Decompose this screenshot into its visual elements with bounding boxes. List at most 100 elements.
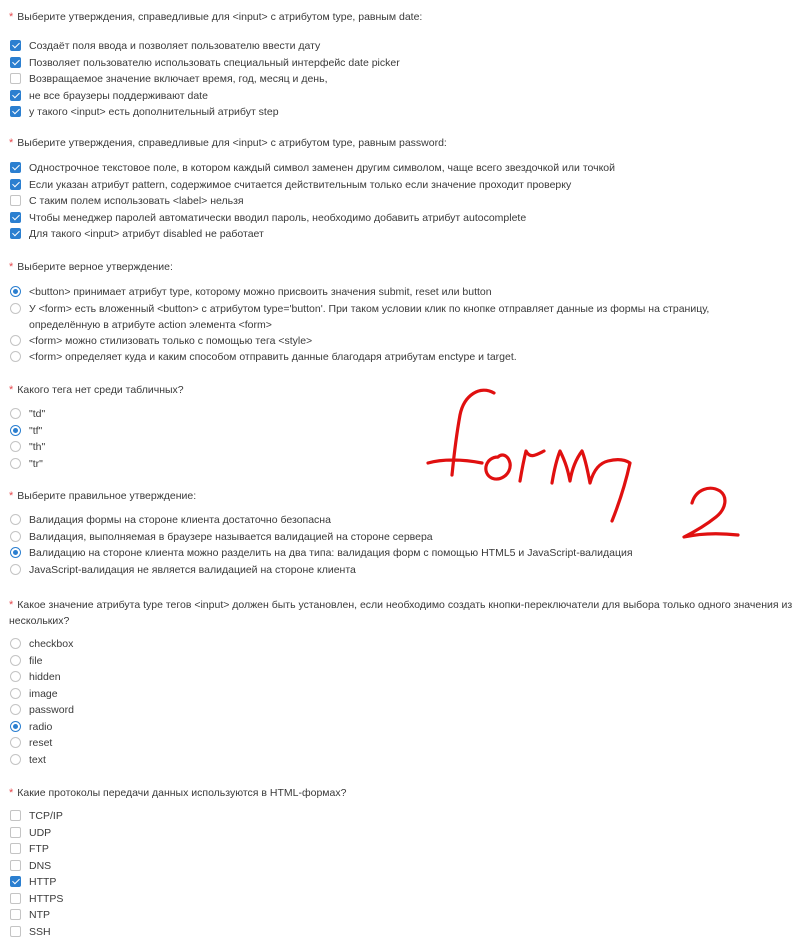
question-title: * Выберите правильное утверждение: (9, 488, 799, 504)
option-checkbox-row[interactable]: Если указан атрибут pattern, содержимое … (9, 177, 615, 194)
option-radio-row[interactable]: У <form> есть вложенный <button> с атриб… (9, 301, 749, 333)
radio-selected-icon[interactable] (10, 547, 21, 558)
radio-empty-icon[interactable] (10, 302, 21, 314)
checkbox-checked-icon[interactable] (10, 211, 21, 223)
option-radio-row[interactable]: JavaScript-валидация не является валидац… (9, 562, 633, 579)
radio-empty-icon[interactable] (10, 351, 21, 362)
option-label: image (29, 687, 58, 700)
question-6: * Какое значение атрибута type тегов <inp… (9, 597, 799, 766)
checkbox-checked-icon[interactable] (10, 178, 21, 190)
checkbox-checked-icon[interactable] (10, 40, 21, 51)
radio-empty-icon[interactable] (10, 654, 21, 666)
option-radio-row[interactable]: <button> принимает атрибут type, котором… (9, 284, 749, 301)
checkbox-empty-icon[interactable] (10, 195, 21, 206)
checkbox-empty-icon[interactable] (10, 73, 21, 84)
required-asterisk-icon: * (9, 599, 14, 611)
option-checkbox-row[interactable]: HTTPS (9, 891, 63, 908)
option-radio-row[interactable]: Валидация, выполняемая в браузере называ… (9, 529, 633, 546)
option-checkbox-row[interactable]: SSH (9, 924, 63, 941)
option-radio-row[interactable]: "td" (9, 406, 45, 423)
option-label: Позволяет пользователю использовать спец… (29, 56, 400, 69)
checkbox-checked-icon[interactable] (10, 56, 21, 68)
option-checkbox-row[interactable]: Чтобы менеджер паролей автоматически вво… (9, 210, 615, 227)
options-list: <button> принимает атрибут type, котором… (9, 284, 749, 366)
option-radio-row[interactable]: password (9, 702, 74, 719)
option-radio-row[interactable]: <form> можно стилизовать только с помощь… (9, 333, 749, 350)
checkbox-checked-icon[interactable] (10, 89, 21, 101)
option-label: Если указан атрибут pattern, содержимое … (29, 178, 572, 191)
option-checkbox-row[interactable]: Позволяет пользователю использовать спец… (9, 55, 400, 72)
radio-selected-icon[interactable] (10, 720, 21, 732)
option-checkbox-row[interactable]: DNS (9, 858, 63, 875)
question-title: * Какого тега нет среди табличных? (9, 382, 799, 398)
option-checkbox-row[interactable]: Для такого <input> атрибут disabled не р… (9, 226, 615, 243)
radio-empty-icon[interactable] (10, 457, 21, 469)
option-label: NTP (29, 909, 50, 921)
radio-empty-icon[interactable] (10, 441, 21, 452)
checkbox-empty-icon[interactable] (10, 925, 21, 937)
option-checkbox-row[interactable]: не все браузеры поддерживают date (9, 88, 400, 105)
checkbox-checked-icon[interactable] (10, 162, 21, 173)
option-radio-row[interactable]: checkbox (9, 636, 74, 653)
option-radio-row[interactable]: file (9, 653, 74, 670)
options-list: Создаёт поля ввода и позволяет пользоват… (9, 38, 400, 121)
option-checkbox-row[interactable]: Возвращаемое значение включает время, го… (9, 71, 400, 88)
option-radio-row[interactable]: Валидацию на стороне клиента можно разде… (9, 545, 633, 562)
question-title-text: Выберите правильное утверждение: (17, 490, 197, 502)
option-checkbox-row[interactable]: HTTP (9, 874, 63, 891)
checkbox-checked-icon[interactable] (10, 876, 21, 887)
radio-empty-icon[interactable] (10, 638, 21, 649)
radio-empty-icon[interactable] (10, 530, 21, 542)
option-radio-row[interactable]: "tf" (9, 423, 45, 440)
option-checkbox-row[interactable]: UDP (9, 825, 63, 842)
question-5: * Выберите правильное утверждение: Валидац… (9, 488, 799, 576)
option-radio-row[interactable]: text (9, 752, 74, 769)
radio-empty-icon[interactable] (10, 687, 21, 699)
radio-empty-icon[interactable] (10, 753, 21, 765)
checkbox-empty-icon[interactable] (10, 909, 21, 920)
option-label: Возвращаемое значение включает время, го… (29, 73, 328, 85)
checkbox-empty-icon[interactable] (10, 859, 21, 871)
option-checkbox-row[interactable]: NTP (9, 907, 63, 924)
radio-selected-icon[interactable] (10, 286, 21, 297)
option-checkbox-row[interactable]: у такого <input> есть дополнительный атр… (9, 104, 400, 121)
options-list: TCP/IP UDP FTP DNS HTTP HTTPS NTP SSH (9, 808, 63, 940)
question-title-text: Какое значение атрибута type тегов <inpu… (9, 599, 793, 627)
option-radio-row[interactable]: radio (9, 719, 74, 736)
checkbox-empty-icon[interactable] (10, 826, 21, 838)
option-label: <form> можно стилизовать только с помощь… (29, 334, 313, 347)
question-title: * Выберите утверждения, справедливые для … (9, 135, 799, 151)
options-list: Однострочное текстовое поле, в котором к… (9, 160, 615, 243)
option-label: "th" (29, 441, 46, 453)
option-radio-row[interactable]: "th" (9, 439, 45, 456)
checkbox-checked-icon[interactable] (10, 106, 21, 117)
checkbox-empty-icon[interactable] (10, 892, 21, 904)
required-asterisk-icon: * (9, 490, 14, 502)
radio-empty-icon[interactable] (10, 563, 21, 575)
checkbox-checked-icon[interactable] (10, 228, 21, 239)
checkbox-empty-icon[interactable] (10, 810, 21, 821)
option-radio-row[interactable]: image (9, 686, 74, 703)
option-label: <button> принимает атрибут type, котором… (29, 286, 492, 298)
radio-empty-icon[interactable] (10, 334, 21, 346)
option-radio-row[interactable]: <form> определяет куда и каким способом … (9, 349, 749, 366)
option-checkbox-row[interactable]: С таким полем использовать <label> нельз… (9, 193, 615, 210)
option-checkbox-row[interactable]: Однострочное текстовое поле, в котором к… (9, 160, 615, 177)
option-radio-row[interactable]: hidden (9, 669, 74, 686)
option-checkbox-row[interactable]: TCP/IP (9, 808, 63, 825)
radio-selected-icon[interactable] (10, 424, 21, 436)
option-checkbox-row[interactable]: Создаёт поля ввода и позволяет пользоват… (9, 38, 400, 55)
radio-empty-icon[interactable] (10, 408, 21, 419)
option-radio-row[interactable]: Валидация формы на стороне клиента доста… (9, 512, 633, 529)
option-checkbox-row[interactable]: FTP (9, 841, 63, 858)
radio-empty-icon[interactable] (10, 704, 21, 715)
option-radio-row[interactable]: reset (9, 735, 74, 752)
radio-empty-icon[interactable] (10, 514, 21, 525)
radio-empty-icon[interactable] (10, 671, 21, 682)
option-label: HTTP (29, 876, 57, 888)
radio-empty-icon[interactable] (10, 737, 21, 748)
option-label: text (29, 753, 46, 766)
option-label: У <form> есть вложенный <button> с атриб… (29, 302, 710, 331)
option-radio-row[interactable]: "tr" (9, 456, 45, 473)
checkbox-empty-icon[interactable] (10, 843, 21, 854)
